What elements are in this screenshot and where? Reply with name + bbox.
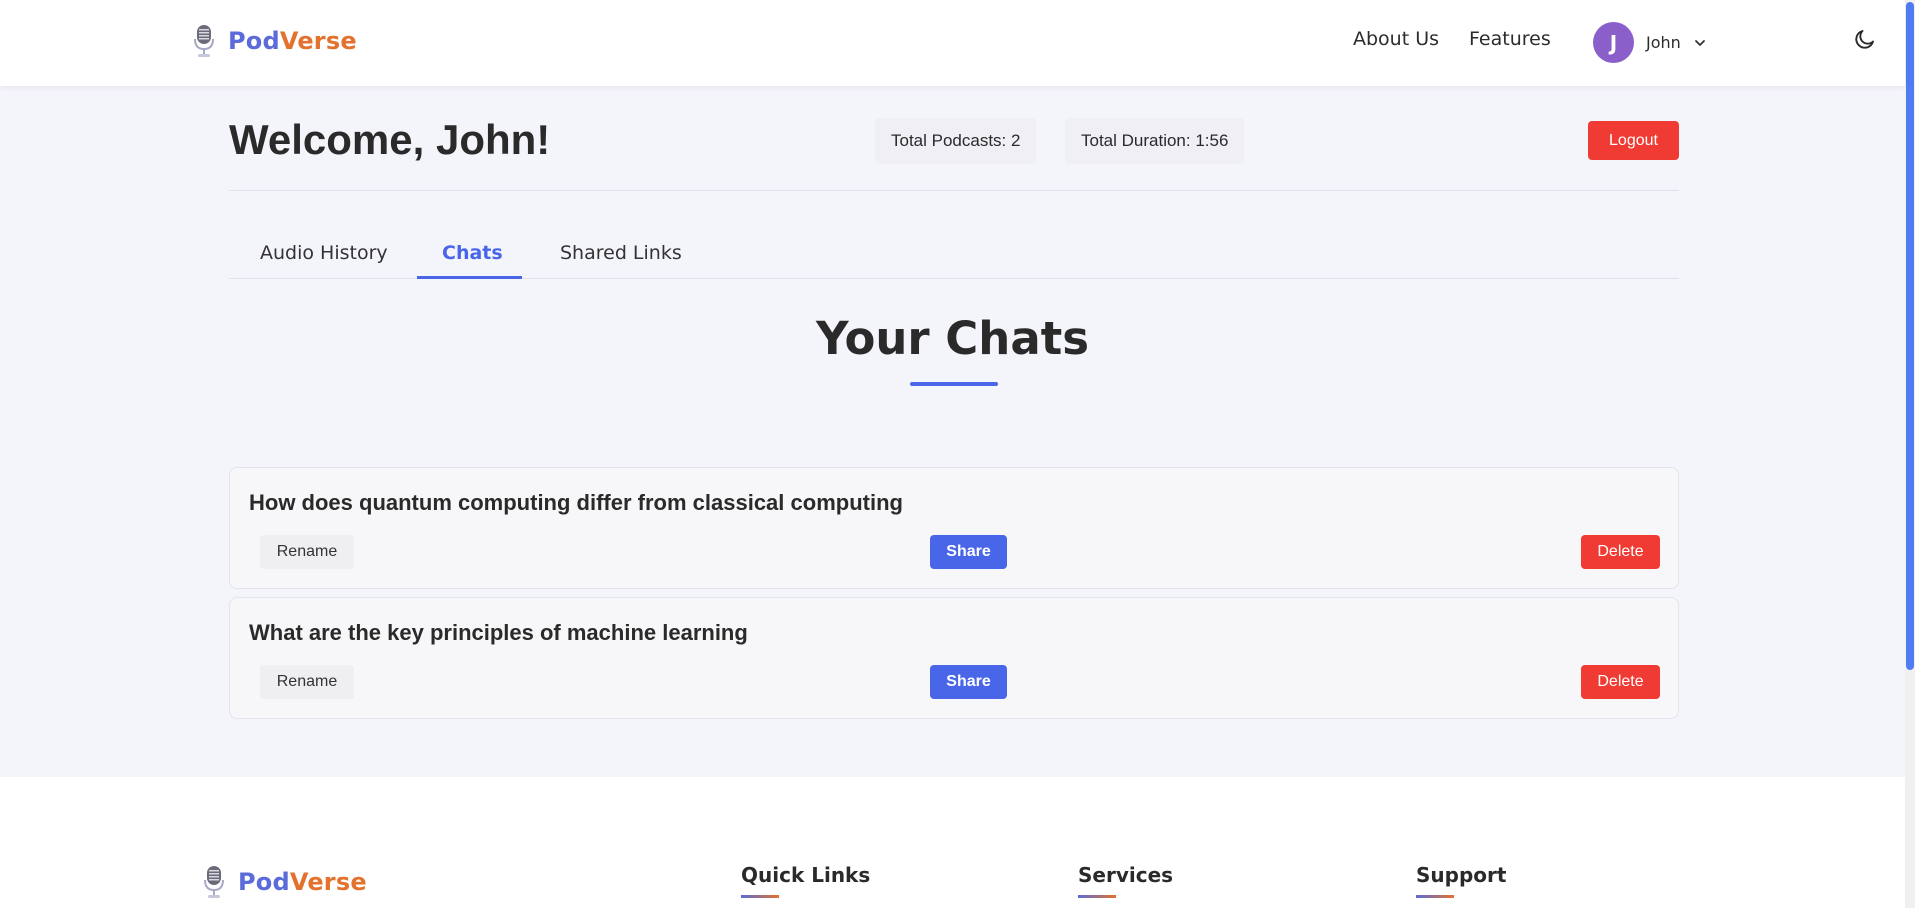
chevron-down-icon [1694,39,1705,46]
nav-links: About Us Features [1353,28,1551,50]
chat-card: What are the key principles of machine l… [229,597,1679,719]
footer-column-underline [1416,895,1454,898]
footer-column-title: Support [1416,863,1507,887]
tab-chats[interactable]: Chats [442,242,503,264]
active-tab-indicator [417,276,522,279]
chat-card: How does quantum computing differ from c… [229,467,1679,589]
scrollbar-thumb[interactable] [1906,2,1914,670]
logout-button[interactable]: Logout [1588,121,1679,160]
chat-title: What are the key principles of machine l… [249,620,748,645]
footer-column-support: Support [1416,863,1506,898]
footer-column-underline [1078,895,1116,898]
footer: PodVerse Quick Links Services Support [0,777,1905,908]
tab-shared-links[interactable]: Shared Links [560,242,682,264]
microphone-icon [204,866,224,898]
nav-link-about-us[interactable]: About Us [1353,28,1439,50]
tab-bar: Audio History Chats Shared Links [229,230,1679,279]
footer-brand-logo[interactable]: PodVerse [202,865,367,899]
chat-title: How does quantum computing differ from c… [249,490,903,515]
footer-column-title: Services [1078,863,1174,887]
microphone-icon [194,25,214,57]
total-podcasts-stat: Total Podcasts: 2 [875,118,1037,164]
page-scrollbar[interactable] [1905,0,1915,908]
share-button[interactable]: Share [930,665,1007,699]
footer-column-underline [741,895,779,898]
total-duration-stat: Total Duration: 1:56 [1065,118,1245,164]
section-title-underline [910,382,998,386]
moon-icon[interactable] [1853,27,1877,51]
delete-button[interactable]: Delete [1581,535,1660,569]
avatar: J [1593,22,1634,63]
brand-logo[interactable]: PodVerse [192,24,357,58]
footer-column-title: Quick Links [741,863,871,887]
delete-button[interactable]: Delete [1581,665,1660,699]
nav-link-features[interactable]: Features [1469,28,1551,50]
tab-audio-history[interactable]: Audio History [260,242,388,264]
header-divider [229,190,1679,191]
user-menu[interactable]: J John [1593,22,1707,63]
footer-brand-name: PodVerse [238,868,367,896]
footer-column-services: Services [1078,863,1173,898]
user-name: John [1646,33,1681,52]
rename-button[interactable]: Rename [260,535,354,569]
rename-button[interactable]: Rename [260,665,354,699]
top-navbar: PodVerse About Us Features J John [0,0,1905,86]
share-button[interactable]: Share [930,535,1007,569]
welcome-heading: Welcome, John! [229,116,551,163]
section-title: Your Chats [816,312,1089,365]
brand-name: PodVerse [228,27,357,55]
footer-column-quick-links: Quick Links [741,863,870,898]
